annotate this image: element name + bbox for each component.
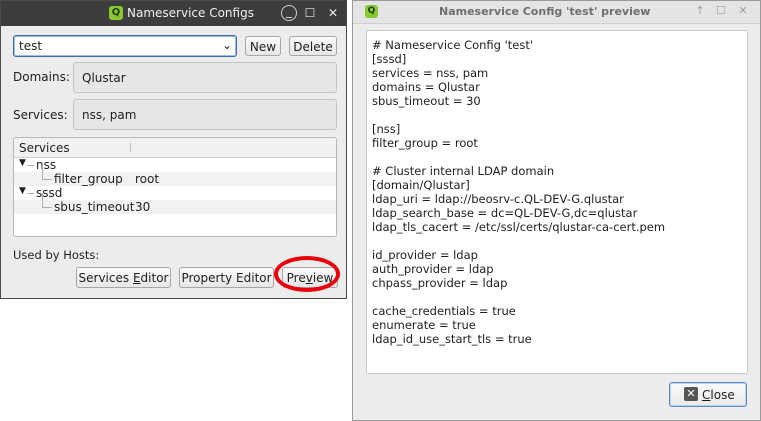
window-title: Nameservice Configs bbox=[127, 6, 254, 20]
config-preview-window: Q Nameservice Config 'test' preview ↑ ☐ … bbox=[352, 0, 761, 421]
preview-line: cache_credentials = true bbox=[372, 304, 516, 318]
preview-line: ldap_id_use_start_tls = true bbox=[372, 332, 532, 346]
property-key: sbus_timeout bbox=[54, 200, 135, 214]
domains-label: Domains: bbox=[13, 70, 70, 84]
close-icon[interactable]: ✕ bbox=[736, 4, 750, 18]
preview-line: [domain/Qlustar] bbox=[372, 178, 470, 192]
nameservice-configs-window: Q Nameservice Configs _ ☐ ✕ test ⌄ New D… bbox=[0, 0, 347, 299]
close-button-label: Close bbox=[702, 388, 735, 402]
preview-line: services = nss, pam bbox=[372, 66, 489, 80]
qlustar-logo-icon: Q bbox=[365, 5, 378, 18]
maximize-icon[interactable]: ☐ bbox=[302, 5, 318, 21]
property-value: root bbox=[135, 172, 160, 186]
maximize-icon[interactable]: ☐ bbox=[714, 4, 728, 18]
window-title: Nameservice Config 'test' preview bbox=[439, 5, 651, 18]
preview-line: filter_group = root bbox=[372, 136, 478, 150]
minimize-icon[interactable]: _ bbox=[281, 5, 297, 21]
tree-row-sbus-timeout[interactable]: sbus_timeout 30 bbox=[14, 193, 336, 214]
preview-line: ldap_tls_cacert = /etc/ssl/certs/qlustar… bbox=[372, 220, 666, 234]
property-value: 30 bbox=[135, 200, 151, 214]
config-select[interactable]: test ⌄ bbox=[13, 35, 237, 57]
preview-line: chpass_provider = ldap bbox=[372, 276, 508, 290]
highlight-circle bbox=[274, 256, 340, 292]
expand-arrow-icon[interactable]: ▼ bbox=[19, 158, 26, 168]
tree-row-nss[interactable]: ▼ nss bbox=[14, 158, 336, 172]
tree-row-filter-group[interactable]: filter_group root bbox=[14, 165, 336, 186]
services-value: nss, pam bbox=[82, 108, 137, 122]
tree-node-label: nss bbox=[36, 158, 57, 172]
expand-arrow-icon[interactable]: ▼ bbox=[19, 186, 26, 196]
new-button[interactable]: New bbox=[245, 36, 281, 56]
preview-line: enumerate = true bbox=[372, 318, 476, 332]
services-tree[interactable]: Services ▼ nss filter_group root ▼ sssd … bbox=[13, 137, 337, 237]
preview-line: auth_provider = ldap bbox=[372, 262, 494, 276]
config-preview-text[interactable]: # Nameservice Config 'test' [sssd] service… bbox=[366, 30, 748, 374]
property-editor-button[interactable]: Property Editor bbox=[179, 267, 274, 288]
tree-node-label: sssd bbox=[36, 186, 63, 200]
preview-line: domains = Qlustar bbox=[372, 80, 480, 94]
services-editor-button[interactable]: Services Editor bbox=[76, 267, 171, 288]
tree-row-sssd[interactable]: ▼ sssd bbox=[14, 186, 336, 200]
used-by-hosts-label: Used by Hosts: bbox=[13, 248, 100, 262]
column-separator bbox=[130, 143, 131, 152]
domains-value: Qlustar bbox=[82, 71, 126, 85]
keep-above-icon[interactable]: ↑ bbox=[693, 4, 707, 18]
close-icon: ✕ bbox=[684, 387, 698, 401]
tree-header-label: Services bbox=[19, 141, 70, 155]
title-bar[interactable]: Q Nameservice Config 'test' preview ↑ ☐ … bbox=[353, 1, 760, 24]
preview-line: [sssd] bbox=[372, 52, 407, 66]
preview-line: id_provider = ldap bbox=[372, 248, 478, 262]
title-bar[interactable]: Q Nameservice Configs _ ☐ ✕ bbox=[1, 1, 346, 26]
property-key: filter_group bbox=[54, 172, 123, 186]
services-label: Services: bbox=[13, 108, 68, 122]
tree-header[interactable]: Services bbox=[14, 138, 336, 158]
domains-field: Qlustar bbox=[73, 62, 337, 93]
services-editor-label: Services Editor bbox=[78, 271, 169, 285]
close-icon[interactable]: ✕ bbox=[325, 5, 341, 21]
preview-line: ldap_search_base = dc=QL-DEV-G,dc=qlusta… bbox=[372, 206, 638, 220]
delete-button-label: Delete bbox=[293, 40, 333, 54]
delete-button[interactable]: Delete bbox=[289, 36, 337, 56]
preview-line: [nss] bbox=[372, 122, 401, 136]
preview-line: ldap_uri = ldap://beosrv-c.QL-DEV-G.qlus… bbox=[372, 192, 624, 206]
property-editor-label: Property Editor bbox=[181, 271, 272, 285]
services-field: nss, pam bbox=[73, 99, 337, 130]
close-button[interactable]: ✕ Close bbox=[669, 382, 747, 407]
qlustar-logo-icon: Q bbox=[109, 6, 123, 20]
chevron-down-icon: ⌄ bbox=[221, 38, 232, 52]
preview-line: # Cluster internal LDAP domain bbox=[372, 164, 555, 178]
config-select-value: test bbox=[19, 39, 43, 53]
new-button-label: New bbox=[249, 40, 277, 54]
preview-line: sbus_timeout = 30 bbox=[372, 94, 481, 108]
preview-line: # Nameservice Config 'test' bbox=[372, 38, 534, 52]
